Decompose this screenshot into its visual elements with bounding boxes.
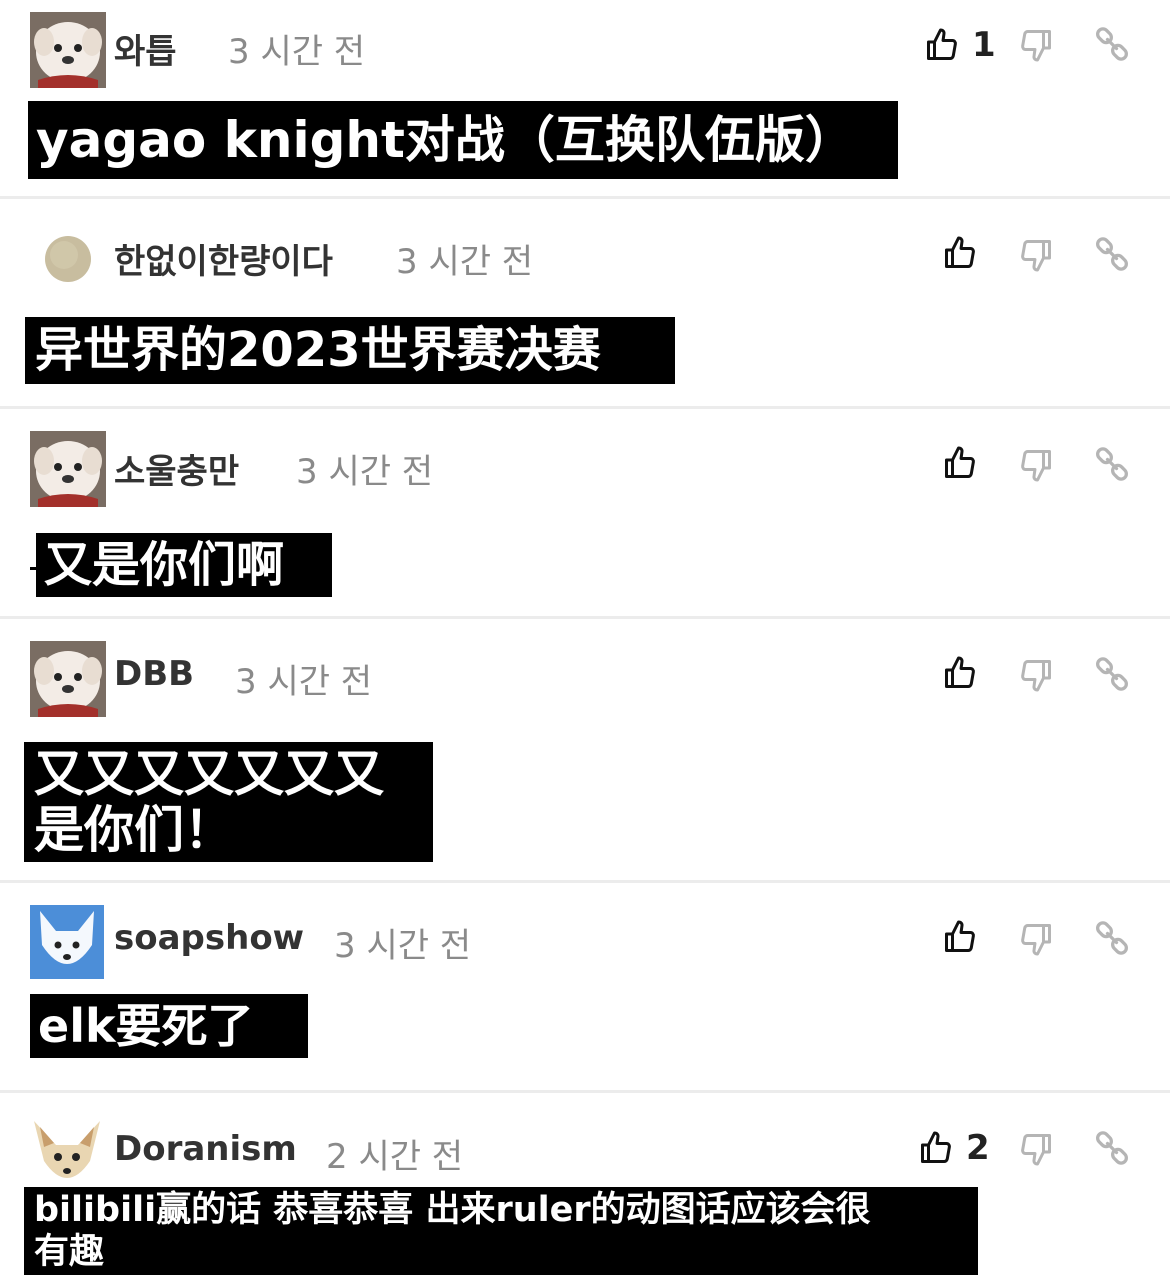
like-button[interactable] xyxy=(942,919,978,955)
thumbs-up-icon xyxy=(945,446,975,478)
share-link-button[interactable] xyxy=(1094,920,1130,956)
thumbs-down-icon xyxy=(1021,1134,1051,1166)
avatar[interactable] xyxy=(30,431,106,507)
thumbs-down-icon xyxy=(1021,30,1051,62)
username[interactable]: 와틉 xyxy=(114,24,177,73)
comment-text: 又又又又又又又 是你们！ xyxy=(24,742,433,862)
link-icon xyxy=(1096,237,1128,271)
link-icon xyxy=(1096,27,1128,61)
link-icon xyxy=(1096,447,1128,481)
comment-item: soapshow 3 시간 전 elk要死了 xyxy=(0,883,1170,1093)
link-icon xyxy=(1096,921,1128,955)
comment-item: 소울충만 3 시간 전 又是你们啊 xyxy=(0,409,1170,619)
thumbs-up-icon xyxy=(945,920,975,952)
like-count: 2 xyxy=(966,1128,990,1168)
timestamp: 3 시간 전 xyxy=(334,926,472,966)
comment-item: 한없이한량이다 3 시간 전 异世界的2023世界赛决赛 xyxy=(0,199,1170,409)
like-button[interactable] xyxy=(942,655,978,691)
share-link-button[interactable] xyxy=(1094,1130,1130,1166)
timestamp: 2 시간 전 xyxy=(326,1137,464,1177)
like-count: 1 xyxy=(972,25,996,65)
thumbs-down-icon xyxy=(1021,924,1051,956)
thumbs-up-icon xyxy=(921,1131,951,1163)
avatar[interactable] xyxy=(30,905,104,979)
comment-item: Doranism 2 시간 전 2 bilibili赢的话 恭喜恭喜 出来rul… xyxy=(0,1093,1170,1283)
circle-avatar-icon xyxy=(45,236,91,282)
like-button[interactable] xyxy=(942,445,978,481)
timestamp: 3 시간 전 xyxy=(235,662,373,702)
thumbs-down-icon xyxy=(1021,240,1051,272)
dislike-button[interactable] xyxy=(1018,657,1054,693)
thumbs-down-icon xyxy=(1021,450,1051,482)
thumbs-up-icon xyxy=(945,656,975,688)
link-icon xyxy=(1096,657,1128,691)
comment-text: 又是你们啊 xyxy=(36,533,332,597)
timestamp: 3 시간 전 xyxy=(228,32,366,72)
like-button[interactable]: 2 xyxy=(918,1128,990,1168)
comment-text: 异世界的2023世界赛决赛 xyxy=(25,317,675,384)
username[interactable]: Doranism xyxy=(114,1129,297,1169)
comment-item: 와틉 3 시간 전 1 yagao knight对战（互换队伍版） xyxy=(0,0,1170,199)
comment-text: bilibili赢的话 恭喜恭喜 出来ruler的动图话应该会很 有趣 xyxy=(24,1187,978,1275)
timestamp: 3 시간 전 xyxy=(396,242,534,282)
dislike-button[interactable] xyxy=(1018,237,1054,273)
share-link-button[interactable] xyxy=(1094,236,1130,272)
avatar[interactable] xyxy=(30,12,106,88)
comment-text: elk要死了 xyxy=(30,994,308,1058)
link-icon xyxy=(1096,1131,1128,1165)
like-button[interactable]: 1 xyxy=(924,25,996,65)
dog-avatar-icon xyxy=(30,641,106,717)
dislike-button[interactable] xyxy=(1018,447,1054,483)
thumbs-up-icon xyxy=(927,28,957,60)
chihuahua-avatar-icon xyxy=(30,1117,104,1189)
share-link-button[interactable] xyxy=(1094,26,1130,62)
avatar[interactable] xyxy=(44,235,92,283)
dislike-button[interactable] xyxy=(1018,27,1054,63)
share-link-button[interactable] xyxy=(1094,656,1130,692)
thumbs-up-icon xyxy=(945,236,975,268)
dog-avatar-icon xyxy=(30,12,106,88)
fox-avatar-icon xyxy=(30,905,104,979)
avatar[interactable] xyxy=(30,641,106,717)
username[interactable]: DBB xyxy=(114,654,194,694)
username[interactable]: 한없이한량이다 xyxy=(114,234,333,283)
username[interactable]: soapshow xyxy=(114,918,304,958)
timestamp: 3 시간 전 xyxy=(296,452,434,492)
dislike-button[interactable] xyxy=(1018,1131,1054,1167)
comment-text: yagao knight对战（互换队伍版） xyxy=(28,101,898,179)
like-button[interactable] xyxy=(942,235,978,271)
comment-item: DBB 3 시간 전 又又又又又又又 是你们！ xyxy=(0,619,1170,883)
dislike-button[interactable] xyxy=(1018,921,1054,957)
dog-avatar-icon xyxy=(30,431,106,507)
share-link-button[interactable] xyxy=(1094,446,1130,482)
avatar[interactable] xyxy=(30,1117,104,1189)
comment-feed: 와틉 3 시간 전 1 yagao knight对战（互换队伍版） 한없이한량이… xyxy=(0,0,1170,1283)
thumbs-down-icon xyxy=(1021,660,1051,692)
username[interactable]: 소울충만 xyxy=(114,444,239,493)
